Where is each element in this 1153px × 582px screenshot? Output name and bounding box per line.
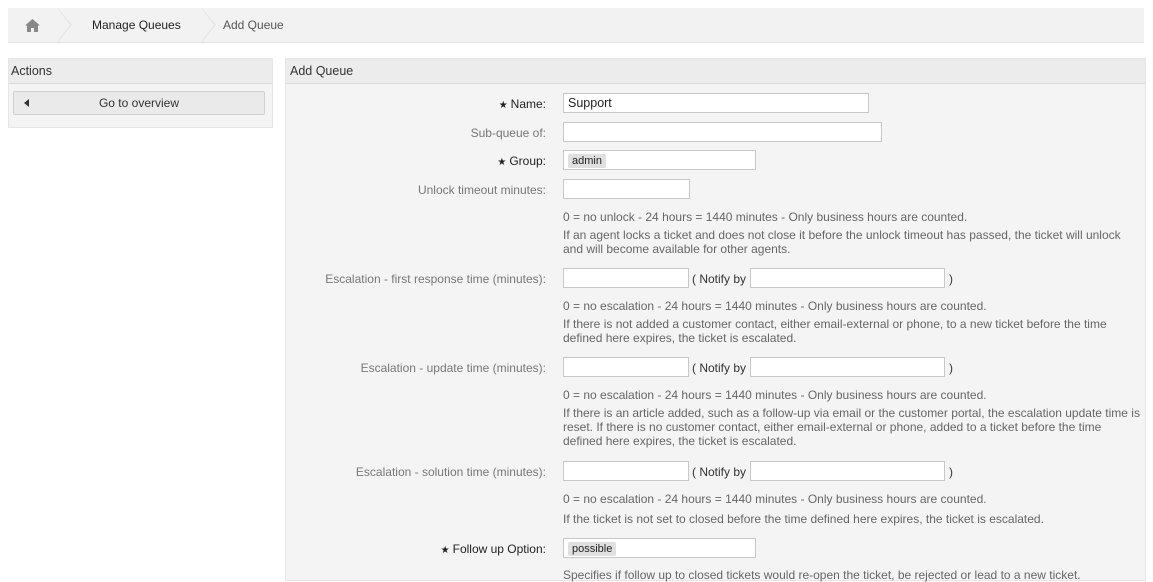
- follow-up-select[interactable]: possible: [563, 538, 756, 558]
- group-value-chip: admin: [568, 154, 606, 168]
- solution-notify-select[interactable]: [750, 461, 945, 481]
- subqueue-select[interactable]: [563, 122, 882, 142]
- follow-up-value-chip: possible: [568, 542, 617, 556]
- unlock-timeout-input[interactable]: [563, 179, 690, 199]
- first-response-time-input[interactable]: [563, 268, 689, 288]
- update-time-input[interactable]: [563, 357, 689, 377]
- unlock-label: Unlock timeout minutes:: [417, 183, 546, 197]
- group-select[interactable]: admin: [563, 150, 756, 170]
- go-to-overview-label: Go to overview: [98, 96, 180, 110]
- actions-title: Actions: [9, 59, 272, 84]
- update-label: Escalation - update time (minutes):: [360, 361, 546, 375]
- breadcrumb-separator-inner: [57, 8, 70, 42]
- unlock-help-2: If an agent locks a ticket and does not …: [563, 228, 1121, 256]
- update-notify-select[interactable]: [750, 357, 945, 377]
- first-response-notify-select[interactable]: [750, 268, 945, 288]
- actions-sidebar: Actions Go to overview: [8, 58, 273, 128]
- breadcrumb-manage-queues[interactable]: Manage Queues: [72, 8, 222, 42]
- solution-notify-label: ( Notify by: [692, 465, 747, 479]
- subqueue-label: Sub-queue of:: [470, 126, 546, 140]
- update-help-2: If there is an article added, such as a …: [563, 406, 1140, 448]
- panel-title: Add Queue: [286, 59, 1145, 84]
- group-label: ★ Group:: [497, 154, 546, 168]
- arrow-left-icon: [24, 99, 29, 107]
- first-response-close-paren: ): [949, 272, 953, 286]
- name-input[interactable]: Support: [563, 93, 869, 113]
- go-to-overview-button[interactable]: Go to overview: [13, 91, 265, 115]
- unlock-help-1: 0 = no unlock - 24 hours = 1440 minutes …: [563, 210, 968, 224]
- solution-help-1: 0 = no escalation - 24 hours = 1440 minu…: [563, 492, 987, 506]
- breadcrumb: Manage Queues Add Queue: [8, 8, 1144, 43]
- solution-time-input[interactable]: [563, 461, 689, 481]
- name-label: ★ Name:: [498, 97, 546, 111]
- first-response-label: Escalation - first response time (minute…: [325, 272, 546, 286]
- follow-up-label: ★ Follow up Option:: [440, 542, 546, 556]
- first-response-notify-label: ( Notify by: [692, 272, 747, 286]
- solution-close-paren: ): [949, 465, 953, 479]
- breadcrumb-add-queue: Add Queue: [223, 18, 284, 32]
- home-icon[interactable]: [8, 8, 56, 42]
- update-notify-label: ( Notify by: [692, 361, 747, 375]
- follow-up-help: Specifies if follow up to closed tickets…: [563, 568, 1081, 582]
- first-response-help-2: If there is not added a customer contact…: [563, 317, 1107, 345]
- add-queue-panel: Add Queue ★ Name: Support Sub-queue of: ★…: [285, 58, 1146, 582]
- required-star-icon: ★: [498, 100, 508, 111]
- required-star-icon: ★: [440, 545, 450, 556]
- required-star-icon: ★: [497, 157, 507, 168]
- solution-help-2: If the ticket is not set to closed befor…: [563, 512, 1044, 526]
- solution-label: Escalation - solution time (minutes):: [355, 465, 546, 479]
- update-close-paren: ): [949, 361, 953, 375]
- update-help-1: 0 = no escalation - 24 hours = 1440 minu…: [563, 388, 987, 402]
- first-response-help-1: 0 = no escalation - 24 hours = 1440 minu…: [563, 299, 987, 313]
